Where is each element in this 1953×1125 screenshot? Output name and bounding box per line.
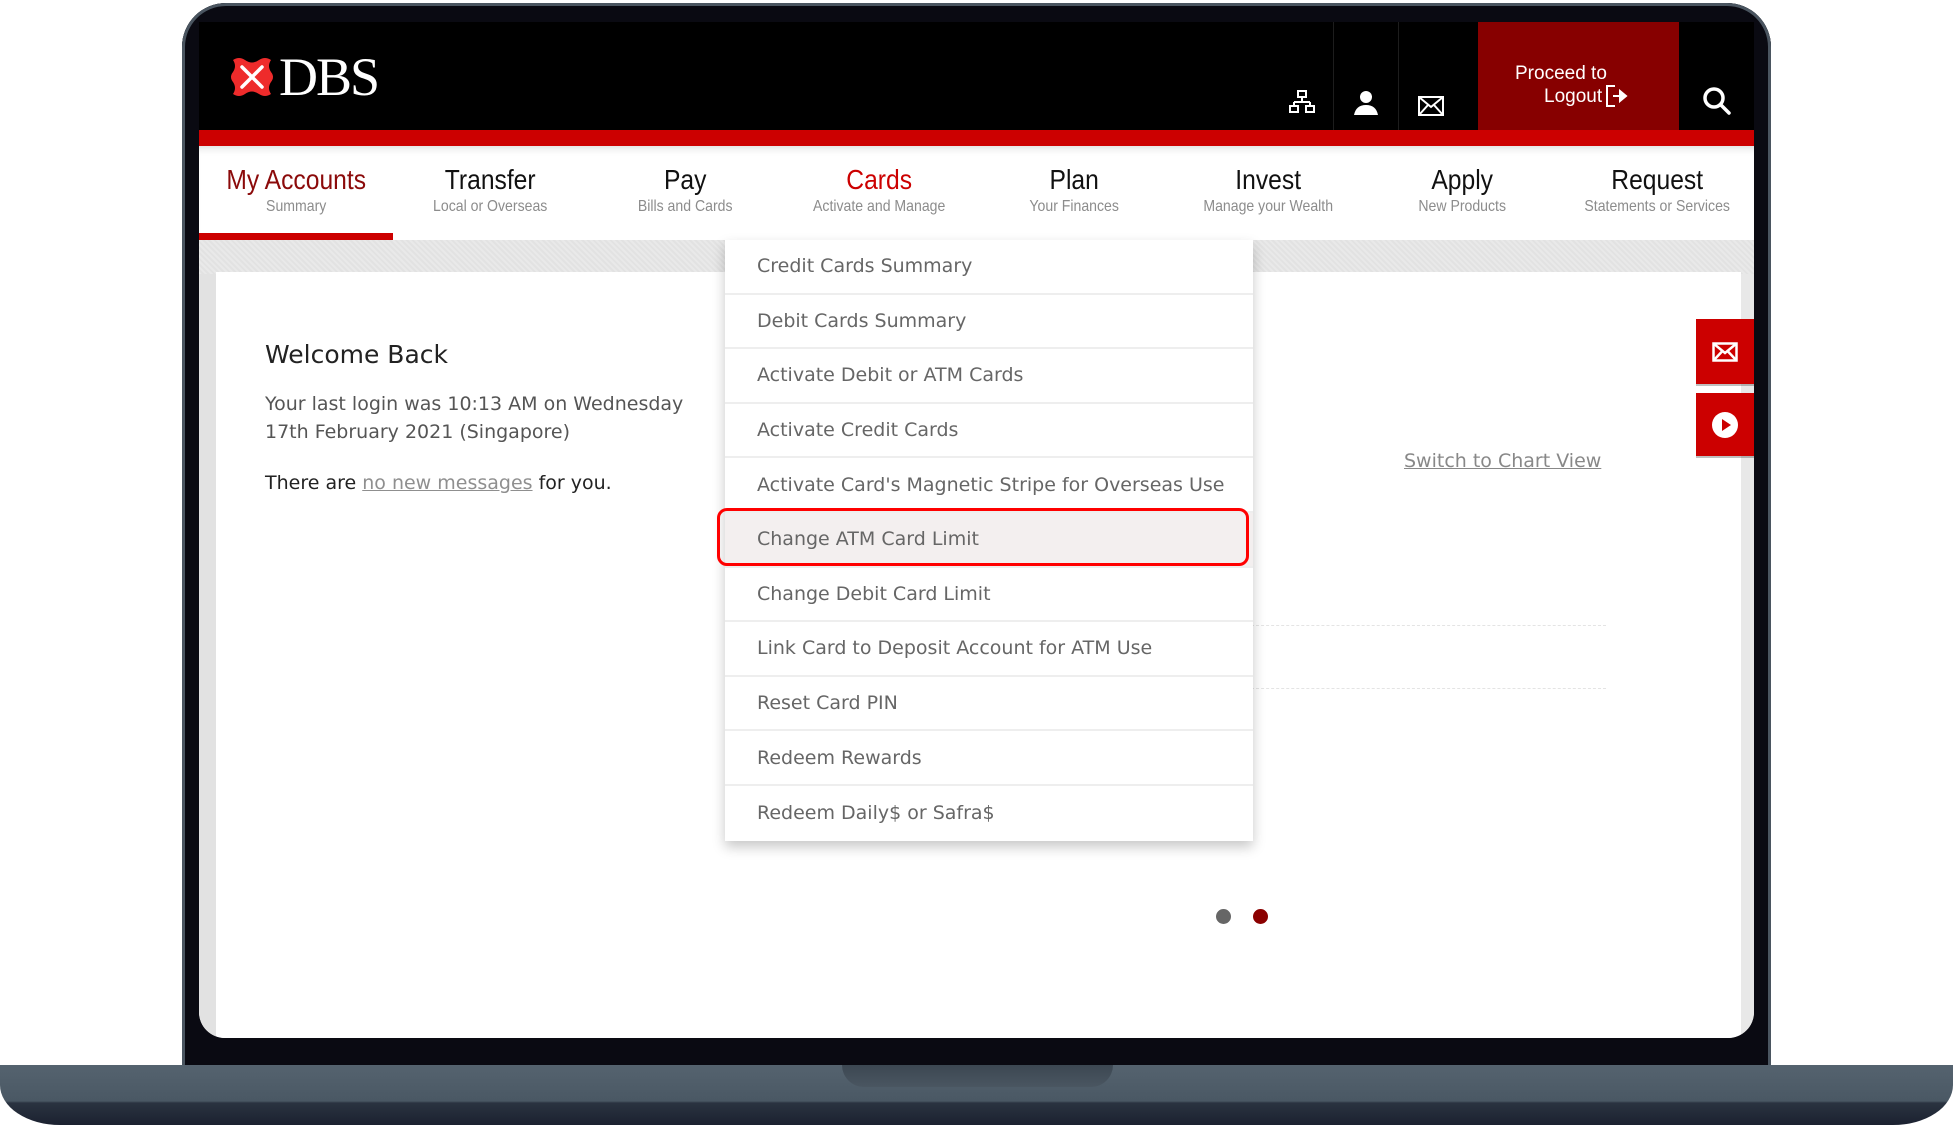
nav-subtitle: Manage your Wealth <box>1203 198 1333 215</box>
nav-invest[interactable]: Invest Manage your Wealth <box>1171 146 1365 240</box>
header-accent-bar <box>199 130 1754 146</box>
mail-icon <box>1712 341 1738 362</box>
content-gutter-right <box>1741 274 1754 1038</box>
logout-label: Logout <box>1544 85 1603 107</box>
menu-item-activate-magnetic-stripe[interactable]: Activate Card's Magnetic Stripe for Over… <box>725 458 1253 513</box>
dbs-logo[interactable]: DBS <box>229 47 380 107</box>
dbs-logo-text: DBS <box>279 47 380 107</box>
menu-item-credit-cards-summary[interactable]: Credit Cards Summary <box>725 240 1253 295</box>
nav-title: Pay <box>663 164 707 195</box>
nav-transfer[interactable]: Transfer Local or Overseas <box>393 146 587 240</box>
logout-label-line2: Logout <box>1544 84 1629 108</box>
messages-button[interactable] <box>1399 22 1463 130</box>
menu-item-reset-card-pin[interactable]: Reset Card PIN <box>725 677 1253 732</box>
logout-icon <box>1606 85 1628 107</box>
user-icon <box>1354 91 1378 115</box>
dbs-logo-icon <box>229 54 275 100</box>
nav-cards[interactable]: Cards Activate and Manage <box>782 146 976 240</box>
nav-apply[interactable]: Apply New Products <box>1365 146 1559 240</box>
nav-title: Invest <box>1235 164 1301 195</box>
menu-item-debit-cards-summary[interactable]: Debit Cards Summary <box>725 295 1253 350</box>
profile-button[interactable] <box>1334 22 1398 130</box>
nav-title: Plan <box>1049 164 1099 195</box>
sitemap-icon <box>1289 90 1315 113</box>
last-login-date: 17th February 2021 (Singapore) <box>265 421 571 443</box>
carousel-dot-active[interactable] <box>1253 909 1268 924</box>
menu-item-link-card-to-deposit-account[interactable]: Link Card to Deposit Account for ATM Use <box>725 622 1253 677</box>
play-icon <box>1712 411 1738 438</box>
main-nav: My Accounts Summary Transfer Local or Ov… <box>199 146 1754 240</box>
logout-button[interactable]: Proceed to Logout <box>1478 22 1679 130</box>
nav-subtitle: Statements or Services <box>1584 198 1730 215</box>
switch-to-chart-view-link[interactable]: Switch to Chart View <box>1404 450 1601 472</box>
nav-request[interactable]: Request Statements or Services <box>1560 146 1754 240</box>
nav-title: My Accounts <box>226 164 367 195</box>
search-icon <box>1702 87 1731 115</box>
video-guide-button[interactable] <box>1696 393 1754 456</box>
no-new-messages-link[interactable]: no new messages <box>362 472 532 494</box>
nav-plan[interactable]: Plan Your Finances <box>977 146 1171 240</box>
menu-item-redeem-daily-safra[interactable]: Redeem Daily$ or Safra$ <box>725 786 1253 841</box>
nav-subtitle: New Products <box>1418 198 1507 215</box>
last-login-text: Your last login was 10:13 AM on Wednesda… <box>265 393 684 415</box>
logout-label-line1: Proceed to <box>1515 63 1607 84</box>
nav-subtitle: Summary <box>266 198 327 215</box>
nav-pay[interactable]: Pay Bills and Cards <box>588 146 782 240</box>
contact-us-button[interactable] <box>1696 319 1754 384</box>
menu-item-activate-debit-atm-cards[interactable]: Activate Debit or ATM Cards <box>725 349 1253 404</box>
carousel-dot[interactable] <box>1216 909 1231 924</box>
content-gutter-left <box>199 274 216 1038</box>
menu-item-change-debit-card-limit[interactable]: Change Debit Card Limit <box>725 568 1253 623</box>
nav-title: Cards <box>846 164 913 195</box>
nav-title: Transfer <box>445 164 536 195</box>
nav-title: Apply <box>1431 164 1494 195</box>
laptop-hinge-notch <box>842 1065 1113 1087</box>
search-button[interactable] <box>1679 22 1754 130</box>
messages-status: There are no new messages for you. <box>265 472 612 494</box>
screen: DBS Proceed to Logout My Accounts Summar… <box>199 22 1754 1038</box>
messages-suffix: for you. <box>532 472 612 494</box>
nav-subtitle: Activate and Manage <box>813 198 946 215</box>
menu-item-redeem-rewards[interactable]: Redeem Rewards <box>725 731 1253 786</box>
nav-subtitle: Local or Overseas <box>433 198 548 215</box>
menu-item-activate-credit-cards[interactable]: Activate Credit Cards <box>725 404 1253 459</box>
nav-title: Request <box>1610 164 1703 195</box>
row-divider <box>1246 688 1606 689</box>
row-divider <box>1246 625 1606 626</box>
top-header: DBS Proceed to Logout <box>199 22 1754 130</box>
nav-subtitle: Bills and Cards <box>637 198 733 215</box>
welcome-heading: Welcome Back <box>265 340 448 369</box>
menu-item-change-atm-card-limit[interactable]: Change ATM Card Limit <box>725 512 1253 568</box>
mail-icon <box>1418 96 1444 116</box>
cards-dropdown-menu: Credit Cards Summary Debit Cards Summary… <box>725 240 1253 841</box>
nav-my-accounts[interactable]: My Accounts Summary <box>199 146 394 240</box>
sitemap-button[interactable] <box>1270 22 1334 130</box>
nav-subtitle: Your Finances <box>1028 198 1119 215</box>
messages-prefix: There are <box>265 472 363 494</box>
active-tab-indicator <box>199 233 394 240</box>
